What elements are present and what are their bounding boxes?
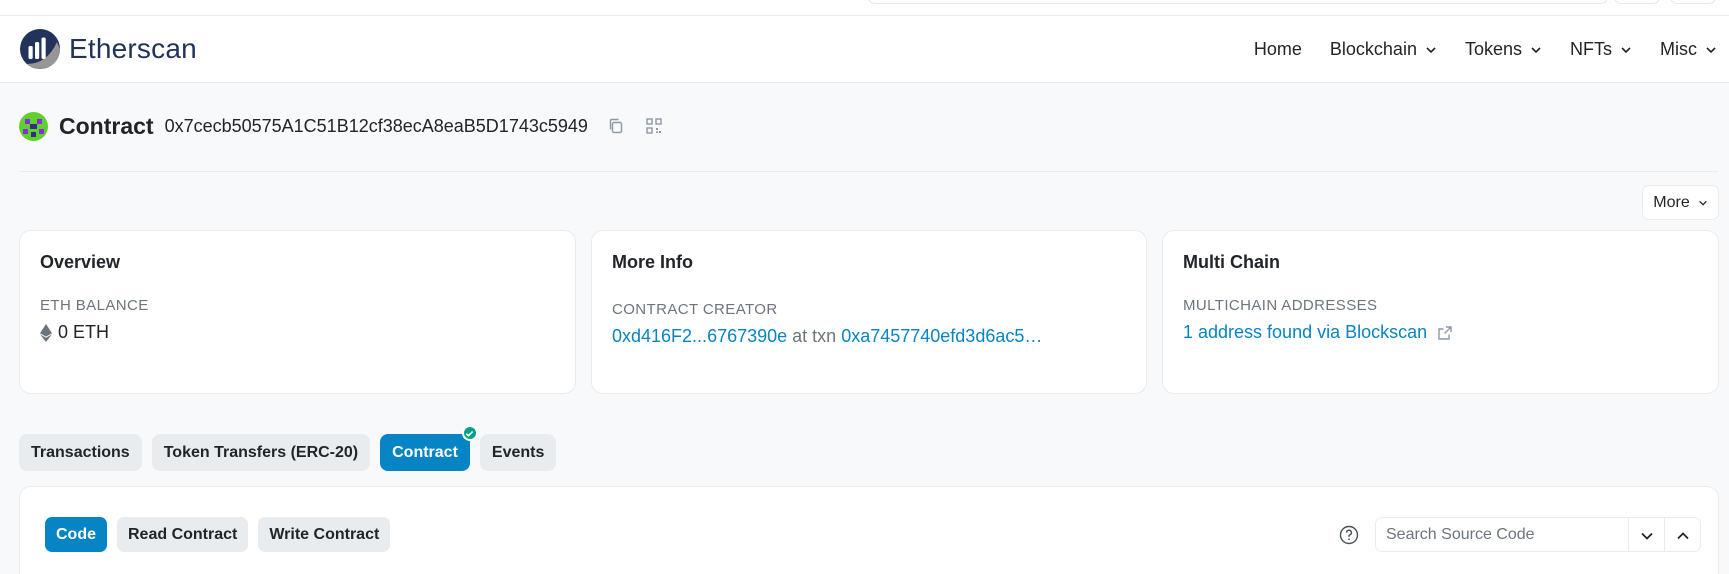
chevron-down-icon <box>1706 46 1716 53</box>
qr-code-icon[interactable] <box>644 116 664 136</box>
overview-card: Overview ETH BALANCE 0 ETH <box>19 230 576 394</box>
tab-label: Contract <box>392 443 458 461</box>
tab-token-transfers[interactable]: Token Transfers (ERC-20) <box>151 434 371 471</box>
nav-label: Misc <box>1660 39 1697 59</box>
subtab-code[interactable]: Code <box>45 517 107 552</box>
nav-home[interactable]: Home <box>1254 39 1302 60</box>
multichain-label: MULTICHAIN ADDRESSES <box>1183 297 1378 314</box>
subtab-label: Read Contract <box>128 525 238 543</box>
card-title: Overview <box>40 252 121 272</box>
brand-logo[interactable]: Etherscan <box>19 28 197 70</box>
tab-events[interactable]: Events <box>479 434 557 471</box>
contract-address: 0x7cecb50575A1C51B12cf38ecA8eaB5D1743c59… <box>164 115 588 136</box>
eth-balance-value: 0 ETH <box>40 322 555 343</box>
help-circle-icon[interactable] <box>1339 525 1359 545</box>
more-button-label: More <box>1653 193 1690 211</box>
nav-label: Tokens <box>1464 39 1522 59</box>
search-source-code-input[interactable] <box>1376 518 1628 551</box>
copy-icon[interactable] <box>606 116 626 136</box>
address-avatar <box>19 111 48 141</box>
top-button[interactable] <box>1614 0 1660 4</box>
tab-label: Events <box>491 443 545 461</box>
card-title: More Info <box>612 252 693 272</box>
chevron-down-icon <box>1698 200 1707 206</box>
contract-subtabs: Code Read Contract Write Contract <box>45 517 400 552</box>
tab-contract[interactable]: Contract <box>380 425 478 471</box>
top-strip <box>0 0 1729 16</box>
nav-label: Home <box>1253 39 1302 59</box>
chevron-down-icon <box>1640 532 1653 540</box>
chevron-down-icon <box>1426 46 1436 53</box>
tab-transactions[interactable]: Transactions <box>19 434 142 471</box>
verified-check-icon <box>461 425 478 441</box>
multichain-value: 1 address found via Blockscan <box>1183 322 1698 343</box>
more-button[interactable]: More <box>1642 185 1719 220</box>
page-title: Contract <box>59 112 154 139</box>
subtab-read-contract[interactable]: Read Contract <box>117 517 249 552</box>
nav-tokens[interactable]: Tokens <box>1465 39 1542 60</box>
nav-misc[interactable]: Misc <box>1660 39 1717 60</box>
nav-label: Blockchain <box>1329 39 1417 59</box>
source-code-search <box>1375 517 1701 552</box>
external-link-icon <box>1438 325 1452 340</box>
subtab-label: Code <box>56 525 96 543</box>
contract-creator-value: 0xd416F2...6767390e at txn 0xa7457740efd… <box>612 326 1126 347</box>
contract-header: Contract 0x7cecb50575A1C51B12cf38ecA8eaB… <box>19 106 664 146</box>
chevron-down-icon <box>1621 46 1631 53</box>
eth-balance-label: ETH BALANCE <box>40 297 149 314</box>
navbar: Etherscan Home Blockchain Tokens NFTs Mi… <box>0 16 1729 83</box>
multi-chain-card: Multi Chain MULTICHAIN ADDRESSES 1 addre… <box>1162 230 1719 394</box>
subtab-write-contract[interactable]: Write Contract <box>258 517 391 552</box>
at-txn-text: at txn <box>792 326 837 346</box>
subtab-label: Write Contract <box>269 525 380 543</box>
contract-panel: Code Read Contract Write Contract <box>19 486 1719 574</box>
eth-balance-text: 0 ETH <box>58 322 110 342</box>
ethereum-icon <box>40 323 52 342</box>
contract-creator-label: CONTRACT CREATOR <box>612 301 778 318</box>
header-divider <box>19 171 1718 172</box>
tab-label: Transactions <box>31 443 130 461</box>
top-search-bar[interactable] <box>868 0 1608 4</box>
blockscan-link[interactable]: 1 address found via Blockscan <box>1183 322 1427 343</box>
search-prev-button[interactable] <box>1664 518 1700 551</box>
nav-label: NFTs <box>1570 39 1612 59</box>
brand-name: Etherscan <box>69 33 197 64</box>
etherscan-logo-icon <box>20 29 60 69</box>
address-tabs: Transactions Token Transfers (ERC-20) Co… <box>19 425 566 471</box>
chevron-up-icon <box>1676 531 1689 539</box>
tab-label: Token Transfers (ERC-20) <box>163 443 359 461</box>
main-nav: Home Blockchain Tokens NFTs Misc <box>1226 16 1717 83</box>
creator-address-link[interactable]: 0xd416F2...6767390e <box>612 326 787 347</box>
more-info-card: More Info CONTRACT CREATOR 0xd416F2...67… <box>591 230 1147 394</box>
chevron-down-icon <box>1531 46 1541 53</box>
search-next-button[interactable] <box>1628 518 1664 551</box>
card-title: Multi Chain <box>1183 252 1280 272</box>
nav-blockchain[interactable]: Blockchain <box>1330 39 1437 60</box>
creation-txn-link[interactable]: 0xa7457740efd3d6ac5… <box>841 326 1042 347</box>
nav-nfts[interactable]: NFTs <box>1570 39 1632 60</box>
top-button[interactable] <box>1670 0 1716 4</box>
